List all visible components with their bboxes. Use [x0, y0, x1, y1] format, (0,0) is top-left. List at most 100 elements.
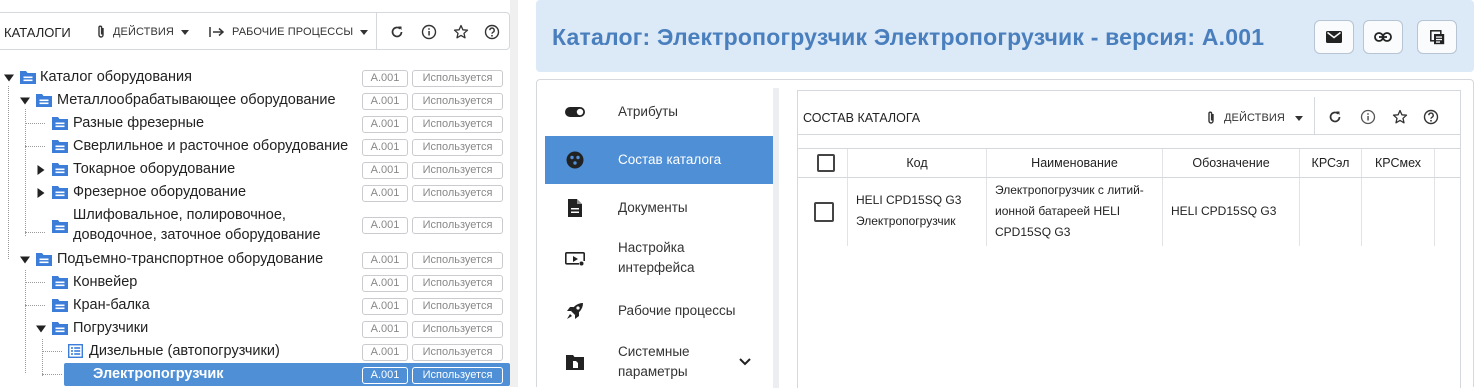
column-header-name[interactable]: Наименование [987, 149, 1163, 177]
tree-node[interactable]: Токарное оборудование A.001 Используется [0, 158, 510, 181]
email-button[interactable] [1314, 20, 1354, 54]
status-badge: Используется [412, 70, 503, 87]
copy-button[interactable] [1417, 20, 1457, 54]
copy-icon [1429, 29, 1445, 45]
folder-icon [52, 185, 68, 199]
contents-actions-button[interactable]: ДЕЙСТВИЯ [1206, 109, 1303, 127]
status-badge: Используется [412, 367, 503, 384]
rocket-icon [565, 301, 585, 321]
catalog-contents-panel: СОСТАВ КАТАЛОГА ДЕЙСТВИЯ Код Наименовани… [797, 90, 1461, 388]
caret-right-icon[interactable] [36, 188, 46, 198]
toolbar-divider [376, 13, 377, 49]
tree-node[interactable]: Подъемно-транспортное оборудование A.001… [0, 248, 510, 271]
actions-button[interactable]: ДЕЙСТВИЯ [96, 23, 189, 41]
tree-scrollbar[interactable] [510, 0, 518, 387]
tree-node-label: Погрузчики [73, 320, 149, 336]
folder-icon [36, 93, 52, 107]
interface-settings-icon [565, 249, 585, 269]
tree-node[interactable]: Сверлильное и расточное оборудование A.0… [0, 135, 510, 158]
list-table-icon [68, 344, 84, 358]
info-icon[interactable] [1359, 108, 1377, 126]
info-icon[interactable] [420, 23, 438, 41]
nav-item-interface-settings[interactable]: Настройка интерфейса [545, 232, 773, 284]
caret-down-icon[interactable] [20, 255, 30, 265]
tree-node[interactable]: Разные фрезерные A.001 Используется [0, 112, 510, 135]
nav-item-label: Атрибуты [618, 104, 679, 119]
folder-icon [52, 321, 68, 335]
email-icon [1326, 31, 1342, 43]
column-header-designation[interactable]: Обозначение [1163, 149, 1300, 177]
caret-down-icon [1294, 115, 1303, 121]
nav-item-label: Системные параметры [618, 344, 690, 379]
row-checkbox[interactable] [814, 202, 834, 222]
tree-node-label: Электропогрузчик [93, 366, 224, 382]
table-header: Код Наименование Обозначение КРСэл КРСме… [798, 148, 1460, 178]
tree-node[interactable]: Кран-балка A.001 Используется [0, 294, 510, 317]
catalog-tree-panel: КАТАЛОГИ ДЕЙСТВИЯ РАБОЧИЕ ПРОЦЕССЫ Катал… [0, 0, 518, 387]
version-badge: A.001 [362, 275, 408, 292]
select-all-cell [798, 149, 848, 177]
tree-node[interactable]: Шлифовальное, полировочное, доводочное, … [0, 204, 510, 248]
workflows-label: РАБОЧИЕ ПРОЦЕССЫ [232, 26, 354, 38]
caret-down-icon[interactable] [36, 324, 46, 334]
tree-node-label: Токарное оборудование [73, 161, 236, 177]
cell-name: Электропогрузчик с литий-ионной батареей… [987, 178, 1163, 246]
nav-item-workflows[interactable]: Рабочие процессы [545, 288, 773, 334]
document-icon [565, 198, 585, 218]
tree-node[interactable]: Металлообрабатывающее оборудование A.001… [0, 89, 510, 112]
caret-down-icon[interactable] [4, 73, 14, 83]
table-row[interactable]: HELI CPD15SQ G3 Электропогрузчик Электро… [798, 178, 1460, 246]
catalog-card: Атрибуты Состав каталога Документы Настр… [536, 79, 1474, 388]
column-header-code[interactable]: Код [848, 149, 987, 177]
caret-right-icon[interactable] [36, 165, 46, 175]
column-header-more [1435, 149, 1460, 177]
link-icon [1374, 32, 1392, 42]
column-header-krsel[interactable]: КРСэл [1300, 149, 1362, 177]
help-icon[interactable] [1422, 108, 1440, 126]
status-badge: Используется [412, 275, 503, 292]
catalog-toolbar: КАТАЛОГИ ДЕЙСТВИЯ РАБОЧИЕ ПРОЦЕССЫ [0, 12, 510, 50]
row-select-cell [798, 178, 848, 246]
tree-node-label: Каталог оборудования [40, 69, 192, 85]
tree-node-label: Дизельные (автопогрузчики) [89, 343, 280, 359]
nav-scrollbar[interactable] [773, 88, 779, 388]
tree-node[interactable]: Каталог оборудования A.001 Используется [0, 66, 510, 89]
nav-item-system-parameters[interactable]: Системные параметры [545, 336, 773, 388]
column-header-krsmeh[interactable]: КРСмех [1362, 149, 1435, 177]
status-badge: Используется [412, 162, 503, 179]
version-badge: A.001 [362, 298, 408, 315]
version-badge: A.001 [362, 252, 408, 269]
caret-down-icon [360, 29, 369, 35]
help-icon[interactable] [483, 23, 501, 41]
link-button[interactable] [1363, 20, 1403, 54]
folder-icon [52, 116, 68, 130]
contents-toolbar: СОСТАВ КАТАЛОГА ДЕЙСТВИЯ [798, 91, 1460, 135]
tree-node[interactable]: Погрузчики A.001 Используется [0, 317, 510, 340]
cell-krsel [1300, 178, 1362, 246]
refresh-icon[interactable] [1326, 108, 1344, 126]
select-all-checkbox[interactable] [817, 154, 835, 172]
version-badge: A.001 [362, 185, 408, 202]
tree-node[interactable]: Дизельные (автопогрузчики) A.001 Использ… [0, 340, 510, 363]
tree-node-label: Разные фрезерные [73, 115, 205, 131]
version-badge: A.001 [362, 139, 408, 156]
folder-icon [52, 298, 68, 312]
paperclip-icon [96, 25, 106, 39]
workflows-button[interactable]: РАБОЧИЕ ПРОЦЕССЫ [209, 23, 369, 41]
version-badge: A.001 [362, 162, 408, 179]
nav-item-catalog-contents[interactable]: Состав каталога [545, 136, 773, 184]
tree-node[interactable]: Фрезерное оборудование A.001 Используетс… [0, 181, 510, 204]
toolbar-divider [1314, 97, 1315, 135]
caret-down-icon[interactable] [20, 96, 30, 106]
tree-node[interactable]: Конвейер A.001 Используется [0, 271, 510, 294]
chevron-down-icon[interactable] [739, 358, 751, 366]
star-icon[interactable] [1391, 108, 1409, 126]
tree-node-label: Кран-балка [73, 297, 150, 313]
version-badge: A.001 [362, 321, 408, 338]
nav-item-documents[interactable]: Документы [545, 184, 773, 232]
tree-node-selected[interactable]: Электропогрузчик A.001 Используется [0, 363, 510, 386]
nav-item-attributes[interactable]: Атрибуты [545, 88, 773, 136]
star-icon[interactable] [452, 23, 470, 41]
refresh-icon[interactable] [388, 23, 406, 41]
status-badge: Используется [412, 344, 503, 361]
